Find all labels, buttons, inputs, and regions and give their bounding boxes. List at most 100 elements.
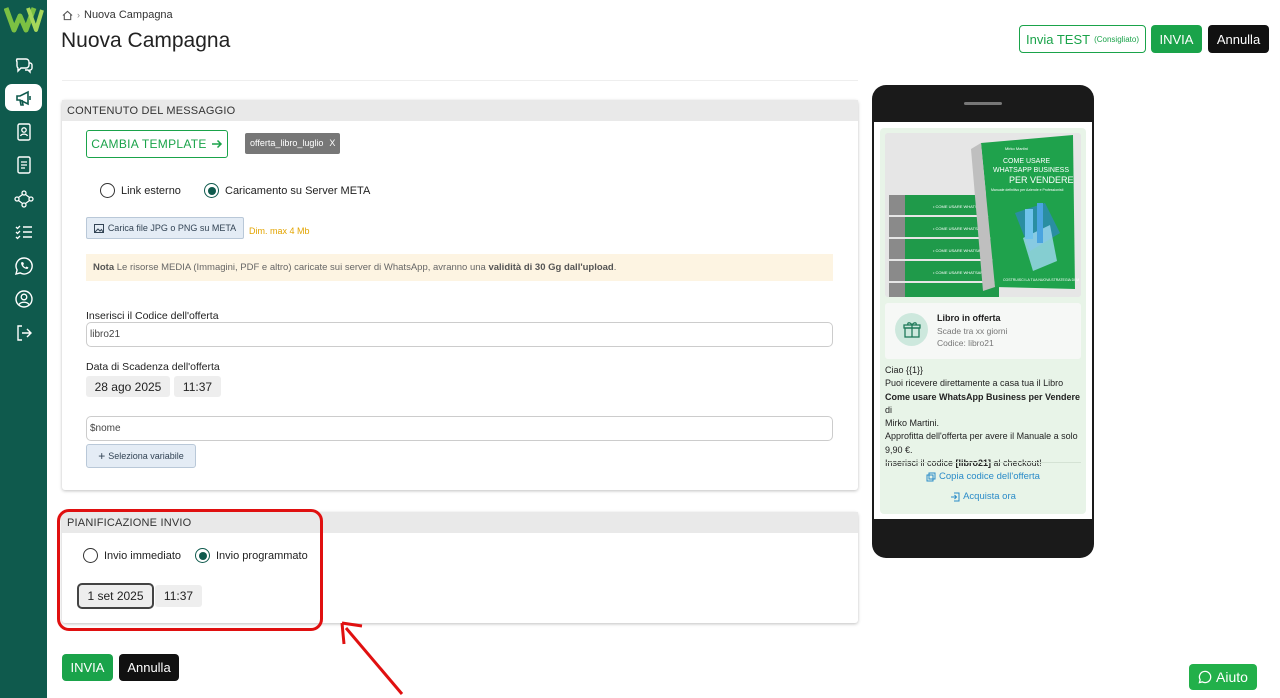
nav-contacts[interactable] [5, 118, 42, 145]
message-bubble: • COME USARE WHATSAPP • COME USARE WHATS… [880, 128, 1086, 514]
book-image: • COME USARE WHATSAPP • COME USARE WHATS… [885, 133, 1081, 297]
msg-di: di [885, 404, 893, 415]
msg-line1: Puoi ricevere direttamente a casa tua il… [885, 378, 1064, 389]
offer-subtitle: Scade tra xx giorni [937, 326, 1008, 336]
help-button[interactable]: Aiuto [1189, 664, 1257, 690]
note-label: Nota [93, 262, 115, 273]
megaphone-icon [15, 90, 31, 106]
offer-card: Libro in offerta Scade tra xx giorni Cod… [885, 303, 1081, 359]
sidebar [0, 0, 47, 698]
template-tag-remove[interactable]: X [329, 138, 335, 149]
phone-speaker [964, 102, 1002, 105]
open-link-icon [951, 492, 960, 501]
msg-line4: Inserisci il codice [libro21] al checkou… [885, 457, 1085, 470]
copy-icon [926, 472, 936, 481]
radio-external-label: Link esterno [121, 184, 181, 197]
select-variable-button[interactable]: + Seleziona variabile [86, 444, 196, 468]
send-test-button[interactable]: Invia TEST (Consigliato) [1019, 25, 1146, 53]
highlight-box [57, 509, 323, 631]
cancel-button-bottom[interactable]: Annulla [119, 654, 179, 681]
message-text: Ciao {{1}} Puoi ricevere direttamente a … [885, 364, 1085, 470]
book-subtitle: Manuale definitivo per Aziende e Profess… [991, 188, 1064, 192]
msg-code: [libro21] [955, 458, 992, 469]
nav-flows[interactable] [5, 185, 42, 212]
radio-meta-label: Caricamento su Server META [225, 184, 371, 197]
plus-icon: + [98, 449, 106, 463]
message-content-card: CONTENUTO DEL MESSAGGIO CAMBIA TEMPLATE … [62, 100, 858, 490]
template-tag-label: offerta_libro_luglio [250, 138, 324, 148]
upload-file-label: Carica file JPG o PNG su META [107, 223, 237, 233]
nav-templates[interactable] [5, 151, 42, 178]
chat-icon [15, 57, 33, 74]
arrow-right-icon [211, 139, 222, 149]
note-bold: validità di 30 Gg dall'upload [488, 262, 614, 273]
nav-whatsapp[interactable] [5, 252, 42, 279]
page-title: Nuova Campagna [61, 29, 231, 52]
send-test-hint: (Consigliato) [1094, 34, 1139, 44]
media-note: Nota Le risorse MEDIA (Immagini, PDF e a… [86, 254, 833, 281]
msg-line2: Come usare WhatsApp Business per Vendere… [885, 391, 1085, 418]
book-spine-text: • COME USARE WHATSAPP [933, 248, 986, 253]
chevron-right-icon: › [77, 10, 80, 20]
nav-profile[interactable] [5, 285, 42, 312]
note-text: Le risorse MEDIA (Immagini, PDF e altro)… [114, 262, 489, 273]
offer-code: Codice: libro21 [937, 338, 994, 348]
upload-limit: Dim. max 4 Mb [249, 226, 310, 236]
phone-preview: • COME USARE WHATSAPP • COME USARE WHATS… [872, 85, 1094, 558]
template-tag: offerta_libro_luglio X [245, 133, 341, 154]
radio-external-link[interactable]: Link esterno [100, 183, 181, 198]
msg-book: Come usare WhatsApp Business per Vendere [885, 391, 1081, 402]
msg-author: Mirko Martini. [885, 418, 940, 429]
checklist-icon [15, 225, 32, 239]
msg-line4a: Inserisci il codice [885, 458, 956, 469]
help-label: Aiuto [1216, 669, 1248, 685]
buy-now-label: Acquista ora [963, 491, 1016, 502]
change-template-label: CAMBIA TEMPLATE [91, 137, 207, 151]
msg-line3: Approfitta dell'offerta per avere il Man… [885, 431, 1078, 455]
buy-now-link[interactable]: Acquista ora [880, 491, 1086, 502]
expiry-time-picker[interactable]: 11:37 [174, 376, 221, 397]
copy-code-label: Copia codice dell'offerta [939, 471, 1040, 482]
message-divider [885, 462, 1081, 463]
radio-external-dot[interactable] [100, 183, 115, 198]
annotation-arrow-icon [340, 621, 404, 695]
book-title-3: PER VENDERE [1009, 175, 1074, 185]
msg-greeting: Ciao {{1}} [885, 365, 924, 375]
book-title-1: COME USARE [1003, 158, 1050, 165]
home-icon[interactable] [62, 10, 73, 21]
offer-code-label: Inserisci il Codice dell'offerta [86, 310, 219, 322]
upload-file-button[interactable]: Carica file JPG o PNG su META [86, 217, 244, 239]
book-spine-text: • COME USARE WHATSAPP [933, 270, 986, 275]
send-button-top[interactable]: INVIA [1151, 25, 1202, 53]
gift-icon [895, 313, 928, 346]
change-template-button[interactable]: CAMBIA TEMPLATE [86, 130, 228, 158]
nav-chat[interactable] [5, 51, 42, 78]
image-icon [93, 223, 104, 233]
cancel-button-top[interactable]: Annulla [1208, 25, 1269, 53]
nav-logout[interactable] [5, 319, 42, 346]
nav-tasks[interactable] [5, 218, 42, 245]
radio-meta-upload[interactable]: Caricamento su Server META [204, 183, 370, 198]
document-icon [16, 155, 31, 174]
book-title-2: WHATSAPP BUSINESS [993, 167, 1069, 174]
breadcrumb-current: Nuova Campagna [84, 9, 173, 21]
phone-screen: • COME USARE WHATSAPP • COME USARE WHATS… [874, 122, 1092, 519]
radio-meta-dot[interactable] [204, 183, 219, 198]
whatsapp-icon [1198, 670, 1212, 684]
breadcrumb: › Nuova Campagna [62, 9, 173, 21]
logo-icon [4, 7, 44, 33]
send-button-bottom[interactable]: INVIA [62, 654, 113, 681]
book-author: Mirko Martini [1005, 146, 1028, 151]
nav-campaigns[interactable] [5, 84, 42, 111]
offer-code-input[interactable]: libro21 [86, 322, 833, 347]
send-test-label: Invia TEST [1026, 31, 1091, 47]
copy-code-link[interactable]: Copia codice dell'offerta [880, 471, 1086, 482]
message-content-title: CONTENUTO DEL MESSAGGIO [62, 100, 858, 121]
contacts-icon [16, 122, 31, 141]
divider [62, 80, 858, 81]
flow-icon [13, 189, 34, 208]
expiry-date-picker[interactable]: 28 ago 2025 [86, 376, 170, 397]
select-variable-label: Seleziona variabile [108, 451, 184, 461]
book-illustration: • COME USARE WHATSAPP • COME USARE WHATS… [885, 133, 1081, 297]
variable-input[interactable]: $nome [86, 416, 833, 441]
